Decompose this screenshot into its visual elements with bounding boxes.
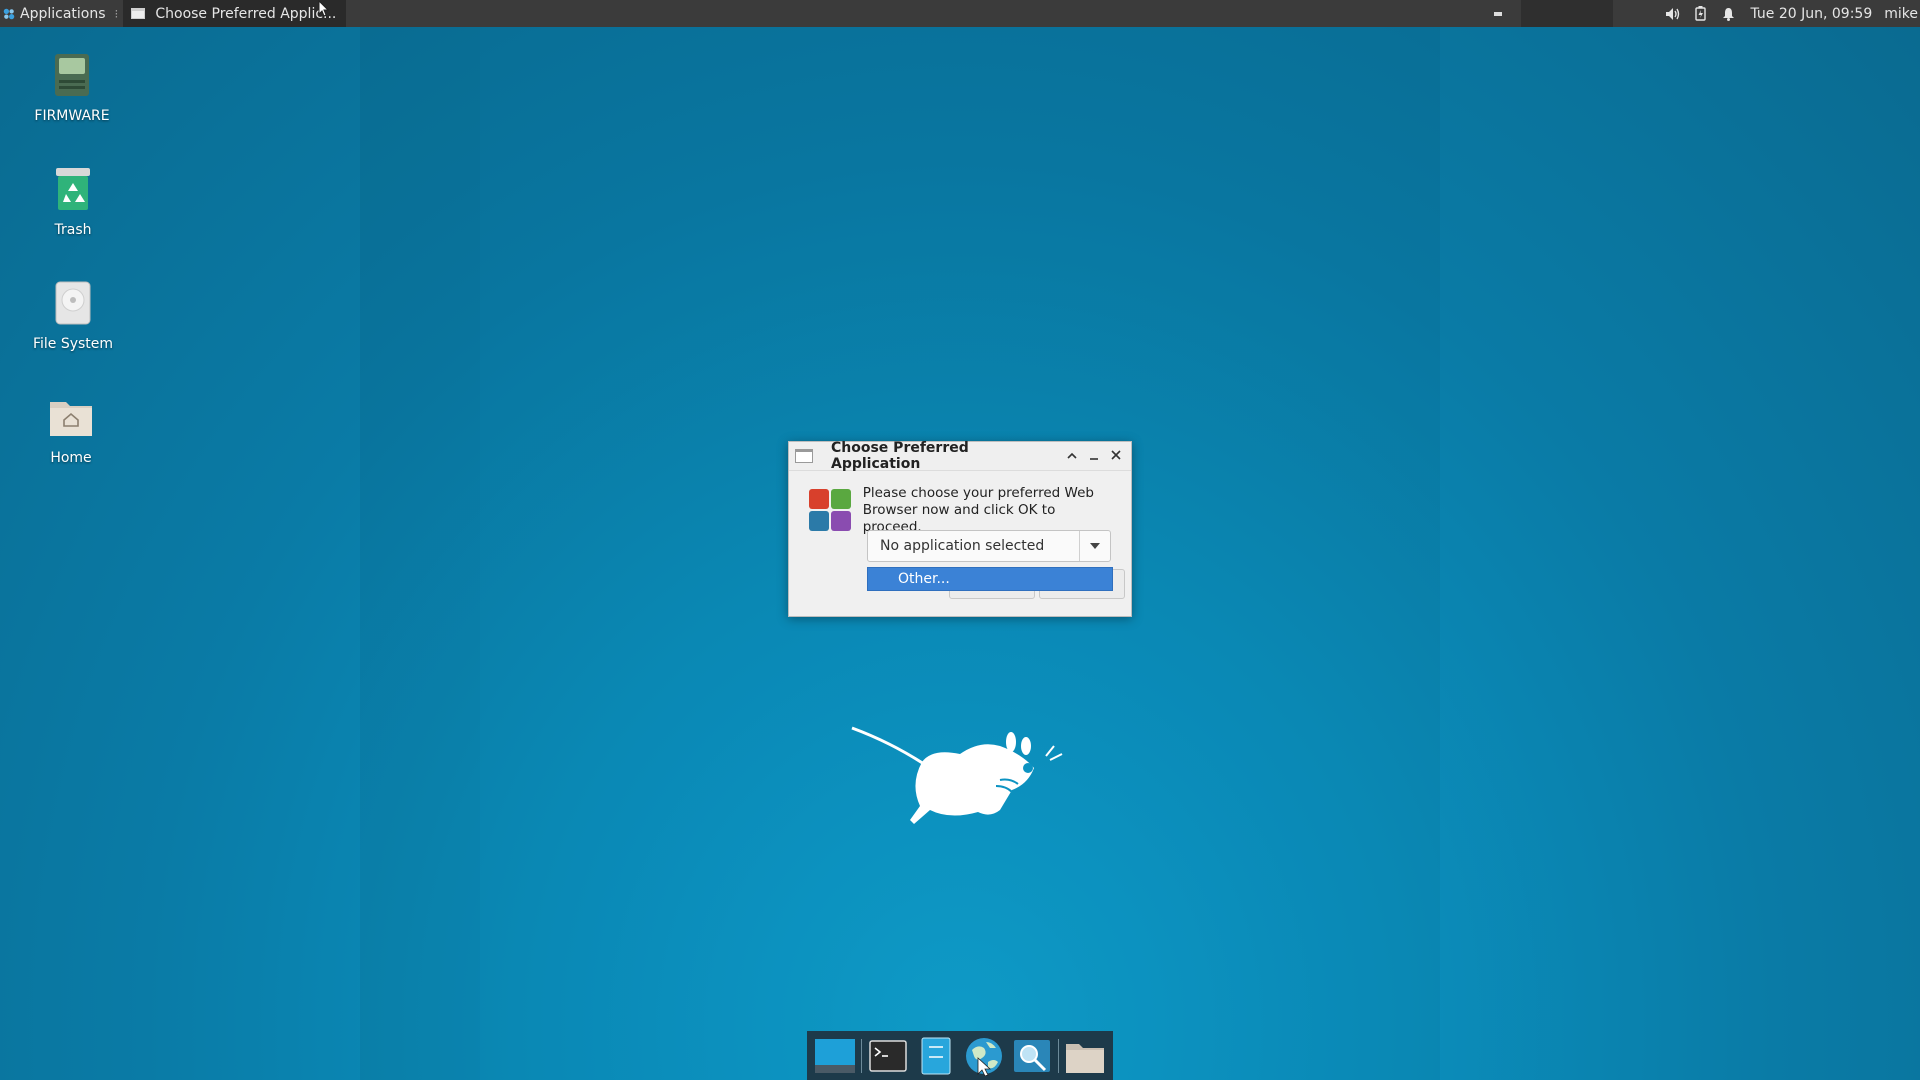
workspace-switcher-3[interactable] xyxy=(1566,0,1613,27)
workspace-switcher-2[interactable] xyxy=(1520,0,1567,27)
window-icon xyxy=(131,8,146,19)
choose-application-dialog: Choose Preferred Application Please choo… xyxy=(788,440,1132,617)
workspace-indicator-icon xyxy=(1493,11,1502,16)
drive-icon xyxy=(55,54,89,96)
dialog-titlebar[interactable]: Choose Preferred Application xyxy=(789,440,1131,472)
hard-disk-icon xyxy=(55,281,91,325)
xfce-mouse-logo xyxy=(851,726,1063,824)
desktop-icon-label: FIRMWARE xyxy=(34,108,110,124)
workspace-switcher-1[interactable] xyxy=(1475,0,1521,27)
desktop-icon-filesystem[interactable]: File System xyxy=(18,280,128,352)
applications-label: Applications xyxy=(20,5,106,22)
window-icon xyxy=(795,449,813,463)
desktop-icon-trash[interactable]: Trash xyxy=(18,166,128,238)
minimize-icon xyxy=(1090,457,1098,460)
dropdown-option-label: Other... xyxy=(898,571,950,587)
preferred-applications-icon xyxy=(809,489,851,531)
browser-select-value: No application selected xyxy=(880,538,1045,554)
workspace-switcher-4[interactable] xyxy=(1613,0,1659,27)
file-manager-button[interactable] xyxy=(915,1035,957,1077)
clock[interactable]: Tue 20 Jun, 09:59 xyxy=(1751,6,1873,22)
app-finder-icon xyxy=(1014,1039,1050,1072)
close-button[interactable] xyxy=(1105,449,1127,464)
taskbar-button-label: Choose Preferred Applic... xyxy=(155,5,337,22)
desktop-icon-label: Home xyxy=(50,450,92,466)
notification-bell-icon[interactable] xyxy=(1721,6,1737,22)
user-menu[interactable]: mike xyxy=(1884,6,1918,22)
home-folder-icon xyxy=(50,402,92,436)
mouse-cursor-icon xyxy=(318,0,330,17)
top-panel: Applications ⁝ Choose Preferred Applic..… xyxy=(0,0,1920,27)
dock-separator xyxy=(1058,1038,1059,1073)
desktop-icon-home[interactable]: Home xyxy=(16,394,126,466)
show-desktop-button[interactable] xyxy=(814,1035,856,1077)
terminal-icon xyxy=(869,1039,907,1072)
power-manager-icon[interactable] xyxy=(1693,6,1709,22)
xfce-mouse-icon xyxy=(3,8,15,19)
applications-menu[interactable]: Applications xyxy=(0,0,112,27)
folder-icon xyxy=(1066,1043,1104,1073)
close-icon xyxy=(1111,449,1121,460)
desktop-icon-firmware[interactable]: FIRMWARE xyxy=(17,52,127,124)
desktop-icon-label: Trash xyxy=(54,222,92,238)
terminal-button[interactable] xyxy=(867,1035,909,1077)
minimize-button[interactable] xyxy=(1083,449,1105,464)
dropdown-option-other[interactable]: Other... xyxy=(867,567,1113,591)
dock-separator xyxy=(861,1038,862,1073)
show-desktop-icon xyxy=(815,1038,855,1073)
volume-icon[interactable] xyxy=(1665,6,1681,22)
web-browser-icon xyxy=(966,1037,1002,1076)
message-line-1: Please choose your preferred Web xyxy=(862,485,1094,501)
shade-button[interactable] xyxy=(1061,449,1083,464)
chevron-up-icon xyxy=(1067,452,1077,459)
web-browser-button[interactable] xyxy=(963,1035,1005,1077)
panel-separator: ⁝ xyxy=(114,6,119,21)
trash-icon xyxy=(56,168,90,210)
chevron-down-icon[interactable] xyxy=(1079,531,1110,561)
dialog-body: Please choose your preferred Web Browser… xyxy=(789,471,1131,536)
file-manager-icon xyxy=(921,1037,951,1074)
bottom-dock xyxy=(807,1031,1113,1080)
browser-select[interactable]: No application selected xyxy=(867,530,1111,562)
taskbar-button-dialog[interactable]: Choose Preferred Applic... xyxy=(123,0,347,27)
dialog-message: Please choose your preferred Web Browser… xyxy=(863,485,1117,536)
panel-tray: Tue 20 Jun, 09:59 mike xyxy=(1475,0,1920,27)
folder-button[interactable] xyxy=(1064,1035,1106,1077)
dialog-title: Choose Preferred Application xyxy=(831,440,969,472)
app-finder-button[interactable] xyxy=(1011,1035,1053,1077)
wallpaper-band xyxy=(360,27,480,1080)
desktop-icon-label: File System xyxy=(32,336,114,352)
